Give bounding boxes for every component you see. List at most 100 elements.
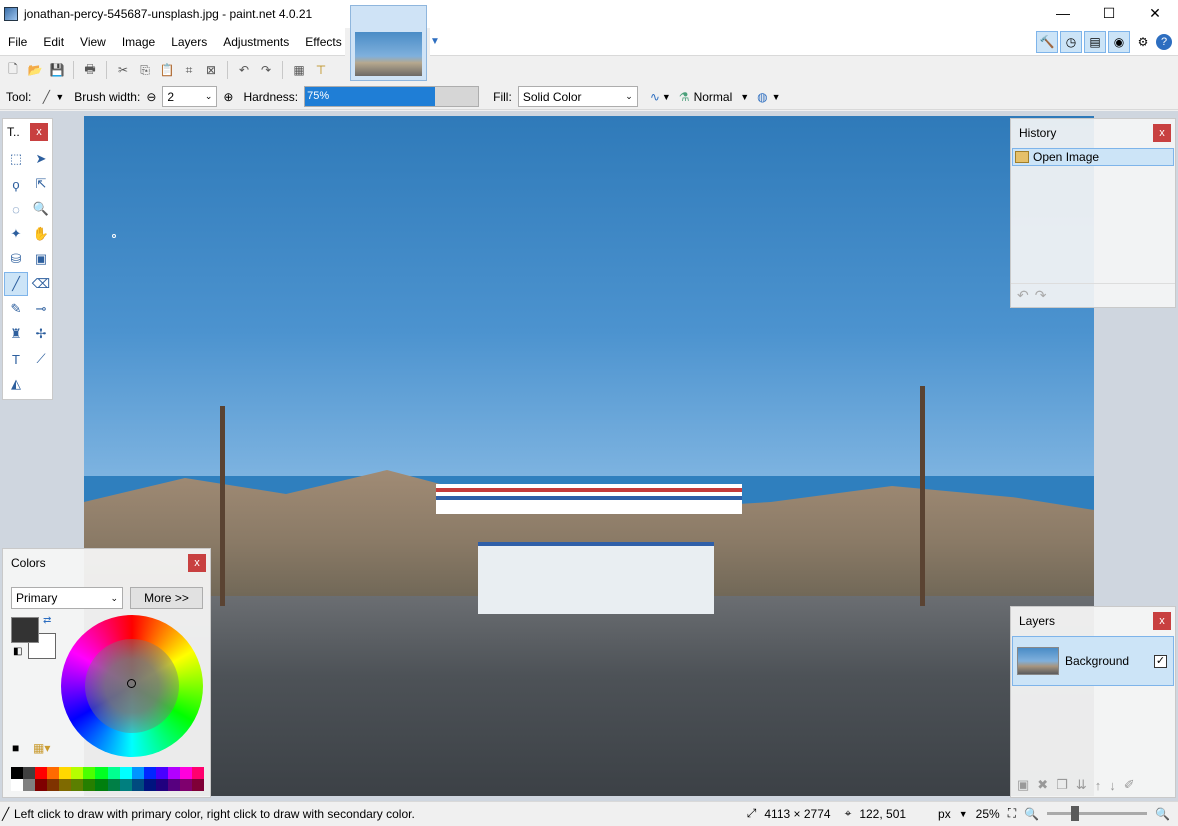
reset-colors-icon[interactable]: ◧ [13,646,22,657]
palette-swatch[interactable] [143,767,156,779]
paste-icon[interactable]: 📋 [158,61,176,79]
palette-swatch[interactable] [71,779,84,791]
color-wheel[interactable] [61,615,203,757]
palette-swatch[interactable] [47,767,60,779]
magic-wand-icon[interactable]: ✦ [4,222,28,246]
deselect-icon[interactable]: ⊠ [202,61,220,79]
increase-width-icon[interactable]: ⊕ [223,90,233,104]
palette-swatch[interactable] [167,779,180,791]
move-selection-icon[interactable]: ⇱ [29,172,53,196]
blend-mode-value[interactable]: Normal [694,90,733,104]
palette-swatch[interactable] [35,767,48,779]
tools-window-toggle-icon[interactable]: 🔨 [1036,31,1058,53]
zoom-slider-thumb[interactable] [1071,806,1080,821]
undo-icon[interactable]: ↶ [235,61,253,79]
palette-swatch[interactable] [131,779,144,791]
brush-width-combo[interactable]: 2 ⌄ [162,86,218,107]
palette-menu-icon[interactable]: ▦▾ [33,741,50,755]
redo-icon[interactable]: ↷ [257,61,275,79]
layer-properties-icon[interactable]: ✐ [1124,777,1135,793]
minimize-button[interactable]: — [1040,0,1086,26]
history-item[interactable]: Open Image [1012,148,1174,166]
layers-window-toggle-icon[interactable]: ▤ [1084,31,1106,53]
color-picker-icon[interactable]: ⊸ [29,297,53,321]
paintbrush-tool-icon[interactable]: ╱ [37,88,55,106]
menu-view[interactable]: View [72,28,114,56]
recolor-icon[interactable]: ✢ [29,322,53,346]
cut-icon[interactable]: ✂ [114,61,132,79]
copy-icon[interactable]: ⎘ [136,61,154,79]
ellipse-select-icon[interactable]: ◌ [4,197,28,221]
settings-gear-icon[interactable]: ⚙ [1132,31,1154,53]
grid-icon[interactable]: ▦ [290,61,308,79]
layer-visibility-checkbox[interactable]: ✓ [1154,654,1167,668]
crop-to-selection-icon[interactable]: ⌗ [180,61,198,79]
add-color-icon[interactable]: ■ [12,741,19,755]
color-mode-combo[interactable]: Primary ⌄ [11,587,123,609]
units-selector[interactable]: px [938,807,951,821]
delete-layer-icon[interactable]: ✖ [1037,777,1048,793]
palette-swatch[interactable] [143,779,156,791]
palette-swatch[interactable] [35,779,48,791]
palette-swatch[interactable] [107,767,120,779]
layer-row[interactable]: Background ✓ [1012,636,1174,686]
palette-swatch[interactable] [179,779,192,791]
paintbrush-icon[interactable]: ╱ [4,272,28,296]
hardness-slider[interactable]: 75% [304,86,480,107]
tool-dropdown-icon[interactable]: ▼ [55,92,64,102]
line-curve-icon[interactable]: ⟋ [29,347,53,371]
menu-file[interactable]: File [0,28,35,56]
palette-swatch[interactable] [95,779,108,791]
selection-mode-icon[interactable]: ◍ [757,90,767,104]
blend-mode-icon[interactable]: ⚗ [679,90,690,104]
palette-swatch[interactable] [59,779,72,791]
zoom-icon[interactable]: 🔍 [29,197,53,221]
menu-adjustments[interactable]: Adjustments [215,28,297,56]
eraser-icon[interactable]: ⌫ [29,272,53,296]
palette-swatch[interactable] [47,779,60,791]
colors-window-toggle-icon[interactable]: ◉ [1108,31,1130,53]
palette-swatch[interactable] [23,779,36,791]
save-icon[interactable]: 💾 [48,61,66,79]
rectangle-select-icon[interactable]: ⬚ [4,147,28,171]
pan-icon[interactable]: ✋ [29,222,53,246]
palette-swatch[interactable] [179,767,192,779]
pencil-icon[interactable]: ✎ [4,297,28,321]
close-window-button[interactable]: ✕ [1132,0,1178,26]
palette-swatch[interactable] [191,767,204,779]
shapes-icon[interactable]: ◭ [4,372,28,396]
selection-mode-dropdown-icon[interactable]: ▼ [772,92,781,102]
clone-stamp-icon[interactable]: ♜ [4,322,28,346]
palette-swatch[interactable] [155,767,168,779]
maximize-button[interactable]: ☐ [1086,0,1132,26]
palette-swatch[interactable] [83,767,96,779]
palette-swatch[interactable] [95,767,108,779]
zoom-value[interactable]: 25% [976,807,1000,821]
image-tab[interactable] [350,5,427,81]
swap-colors-icon[interactable]: ⇄ [43,615,51,626]
text-icon[interactable]: T [4,347,28,371]
palette-swatch[interactable] [11,779,24,791]
palette-swatch[interactable] [167,767,180,779]
add-layer-icon[interactable]: ▣ [1017,777,1029,793]
image-list-dropdown-icon[interactable]: ▼ [430,36,442,48]
zoom-out-icon[interactable]: 🔍 [1024,807,1039,821]
antialiasing-icon[interactable]: ∿ [650,90,660,104]
palette-swatch[interactable] [59,767,72,779]
print-icon[interactable]: 🖶 [81,61,99,79]
palette-swatch[interactable] [11,767,24,779]
palette-swatch[interactable] [71,767,84,779]
units-dropdown-icon[interactable]: ▼ [959,809,968,819]
move-selected-icon[interactable]: ➤ [29,147,53,171]
history-close-button[interactable]: x [1153,124,1171,142]
paint-bucket-icon[interactable]: ⛁ [4,247,28,271]
palette-swatch[interactable] [119,767,132,779]
menu-edit[interactable]: Edit [35,28,72,56]
image-canvas[interactable] [84,116,1094,796]
primary-color-swatch[interactable] [11,617,39,643]
color-palette[interactable] [11,767,204,791]
menu-effects[interactable]: Effects [297,28,349,56]
open-file-icon[interactable]: 📂 [26,61,44,79]
zoom-fit-icon[interactable]: ⛶ [1008,806,1016,821]
more-colors-button[interactable]: More >> [130,587,203,609]
